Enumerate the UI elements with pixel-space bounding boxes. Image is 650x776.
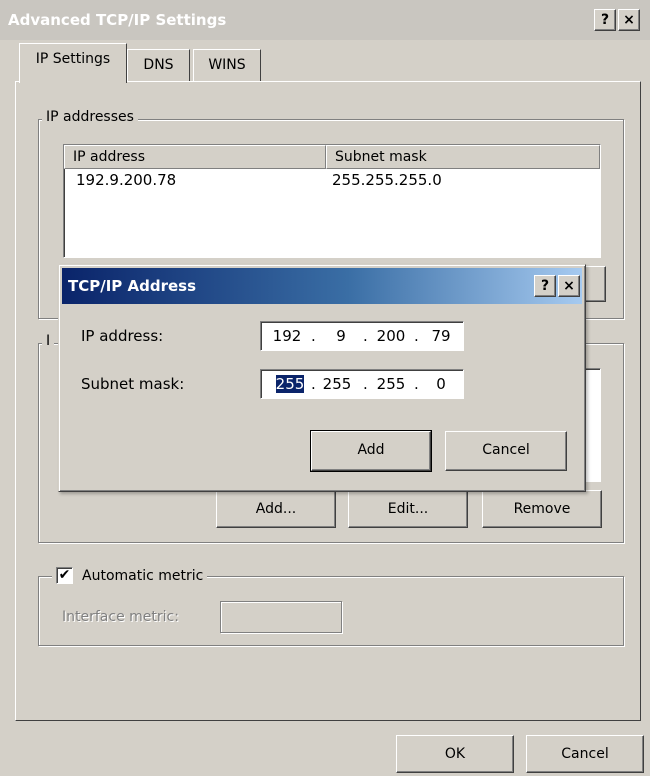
mask-dot-1: . xyxy=(311,375,316,393)
mask-octet-3[interactable]: 255 xyxy=(373,370,409,398)
row-ip-address: 192.9.200.78 xyxy=(76,171,177,189)
automatic-metric-label: Automatic metric xyxy=(82,568,204,584)
window-title: Advanced TCP/IP Settings xyxy=(8,11,227,29)
mask-octet-4[interactable]: 0 xyxy=(423,370,459,398)
ip-octet-2[interactable]: 9 xyxy=(323,322,359,350)
ok-label: OK xyxy=(444,746,466,762)
ip-dot-3: . xyxy=(414,327,419,345)
column-header-ip[interactable]: IP address xyxy=(64,145,326,169)
dialog-add-label: Add xyxy=(357,442,385,458)
checkmark-icon: ✔ xyxy=(58,567,71,583)
subnet-mask-field[interactable]: 255 . 255 . 255 . 0 xyxy=(260,369,464,399)
gateway-remove-button[interactable]: Remove xyxy=(482,490,602,528)
tab-dns-label: DNS xyxy=(143,57,174,73)
row-subnet-mask: 255.255.255.0 xyxy=(332,171,442,189)
tab-ip-settings[interactable]: IP Settings xyxy=(19,43,127,83)
mask-dot-2: . xyxy=(363,375,368,393)
mask-octet-2[interactable]: 255 xyxy=(319,370,355,398)
ip-octet-3[interactable]: 200 xyxy=(373,322,409,350)
ip-address-list[interactable]: IP address Subnet mask 192.9.200.78 255.… xyxy=(63,144,601,258)
ip-addresses-legend: IP addresses xyxy=(42,109,138,125)
dialog-cancel-label: Cancel xyxy=(482,442,530,458)
subnet-mask-label: Subnet mask: xyxy=(81,375,185,393)
tab-dns[interactable]: DNS xyxy=(127,49,190,81)
column-header-subnet[interactable]: Subnet mask xyxy=(326,145,600,169)
ip-octet-4[interactable]: 79 xyxy=(423,322,459,350)
gateway-edit-button[interactable]: Edit... xyxy=(348,490,468,528)
interface-metric-input[interactable] xyxy=(220,601,342,633)
dialog-title: TCP/IP Address xyxy=(68,277,197,295)
table-row[interactable]: 192.9.200.78 255.255.255.0 xyxy=(64,171,600,193)
dialog-close-button[interactable]: × xyxy=(558,275,580,297)
gateway-add-label: Add... xyxy=(255,501,297,517)
tab-wins-label: WINS xyxy=(208,57,246,73)
cancel-label: Cancel xyxy=(561,746,609,762)
ip-dot-2: . xyxy=(363,327,368,345)
dialog-help-button[interactable]: ? xyxy=(534,275,556,297)
title-bar[interactable]: Advanced TCP/IP Settings ? × xyxy=(0,0,650,40)
automatic-metric-checkbox[interactable]: ✔ xyxy=(56,567,73,584)
help-button[interactable]: ? xyxy=(594,9,616,31)
tab-ip-settings-label: IP Settings xyxy=(35,51,111,67)
mask-octet-1-selected[interactable]: 255 xyxy=(275,374,305,394)
help-icon: ? xyxy=(540,278,550,294)
ip-address-label: IP address: xyxy=(81,327,164,345)
ip-octet-1[interactable]: 192 xyxy=(269,322,305,350)
tcpip-address-dialog: TCP/IP Address ? × IP address: 192 . 9 .… xyxy=(58,264,586,492)
close-icon: × xyxy=(563,278,575,294)
dialog-cancel-button[interactable]: Cancel xyxy=(445,431,567,471)
automatic-metric-option[interactable]: ✔ Automatic metric xyxy=(52,566,208,586)
ip-address-field[interactable]: 192 . 9 . 200 . 79 xyxy=(260,321,464,351)
gateway-remove-label: Remove xyxy=(513,501,571,517)
default-gateways-legend: I xyxy=(42,333,55,349)
cancel-button[interactable]: Cancel xyxy=(526,735,644,773)
ip-dot-1: . xyxy=(311,327,316,345)
gateway-edit-label: Edit... xyxy=(387,501,429,517)
help-icon: ? xyxy=(600,12,610,28)
ok-button[interactable]: OK xyxy=(396,735,514,773)
tab-wins[interactable]: WINS xyxy=(193,49,261,81)
interface-metric-label: Interface metric: xyxy=(62,609,179,625)
close-button[interactable]: × xyxy=(618,9,640,31)
dialog-add-button[interactable]: Add xyxy=(310,430,432,472)
dialog-title-bar[interactable]: TCP/IP Address ? × xyxy=(62,268,582,304)
gateway-add-button[interactable]: Add... xyxy=(216,490,336,528)
close-icon: × xyxy=(623,12,635,28)
mask-dot-3: . xyxy=(414,375,419,393)
